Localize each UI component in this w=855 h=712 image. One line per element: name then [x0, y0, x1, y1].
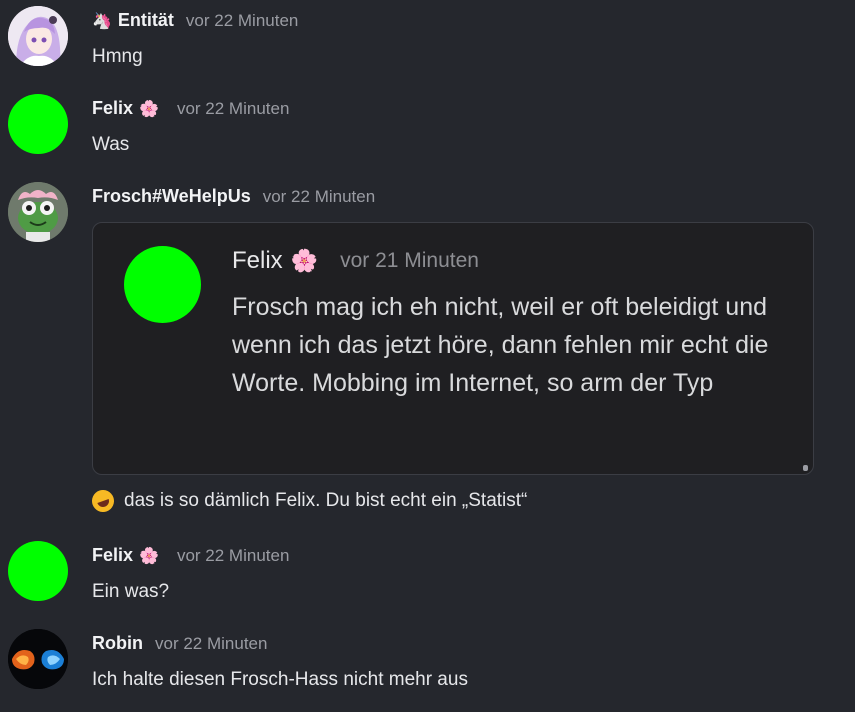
resize-handle-icon: [803, 465, 808, 471]
cherry-blossom-icon: 🌸: [139, 546, 159, 565]
rolling-on-floor-laughing-icon: [88, 486, 118, 516]
embedded-screenshot[interactable]: Felix 🌸 vor 21 Minuten Frosch mag ich eh…: [92, 222, 814, 475]
avatar[interactable]: [8, 94, 68, 154]
username[interactable]: Robin: [92, 633, 143, 654]
message-header: Frosch#WeHelpUs vor 22 Minuten: [92, 186, 375, 207]
message-header: Robin vor 22 Minuten: [92, 633, 267, 654]
username[interactable]: Felix: [92, 98, 133, 119]
message-header: 🦄 Entität vor 22 Minuten: [92, 10, 298, 31]
avatar[interactable]: [8, 6, 68, 66]
embed-timestamp: vor 21 Minuten: [340, 249, 479, 272]
message-text: Hmng: [92, 46, 143, 67]
cherry-blossom-icon: 🌸: [290, 248, 319, 274]
cherry-blossom-icon: 🌸: [139, 99, 159, 118]
message-header: Felix 🌸 vor 22 Minuten: [92, 98, 289, 119]
username[interactable]: Felix: [92, 545, 133, 566]
anime-girl-avatar-icon: [8, 6, 68, 66]
message-text-line: das is so dämlich Felix. Du bist echt ei…: [88, 486, 528, 516]
message-text: das is so dämlich Felix. Du bist echt ei…: [124, 490, 528, 511]
avatar[interactable]: [8, 629, 68, 689]
timestamp[interactable]: vor 22 Minuten: [186, 11, 298, 31]
timestamp[interactable]: vor 22 Minuten: [155, 634, 267, 654]
embed-username: Felix: [232, 247, 283, 274]
frog-avatar-icon: [8, 182, 68, 242]
message-header: Felix 🌸 vor 22 Minuten: [92, 545, 289, 566]
message-text: Was: [92, 134, 130, 155]
avatar[interactable]: [8, 541, 68, 601]
timestamp[interactable]: vor 22 Minuten: [263, 187, 375, 207]
message-text: Ein was?: [92, 581, 170, 602]
message-text: Ich halte diesen Frosch-Hass nicht mehr …: [92, 669, 468, 690]
username[interactable]: Entität: [118, 10, 174, 31]
avatar[interactable]: [8, 182, 68, 242]
timestamp[interactable]: vor 22 Minuten: [177, 99, 289, 119]
embed-header: Felix 🌸 vor 21 Minuten: [232, 247, 479, 275]
embed-avatar: [124, 246, 201, 323]
fire-ice-fists-avatar-icon: [8, 629, 68, 689]
timestamp[interactable]: vor 22 Minuten: [177, 546, 289, 566]
embed-text: Frosch mag ich eh nicht, weil er oft bel…: [232, 293, 769, 397]
username[interactable]: Frosch#WeHelpUs: [92, 186, 251, 207]
unicorn-icon: 🦄: [92, 11, 112, 30]
